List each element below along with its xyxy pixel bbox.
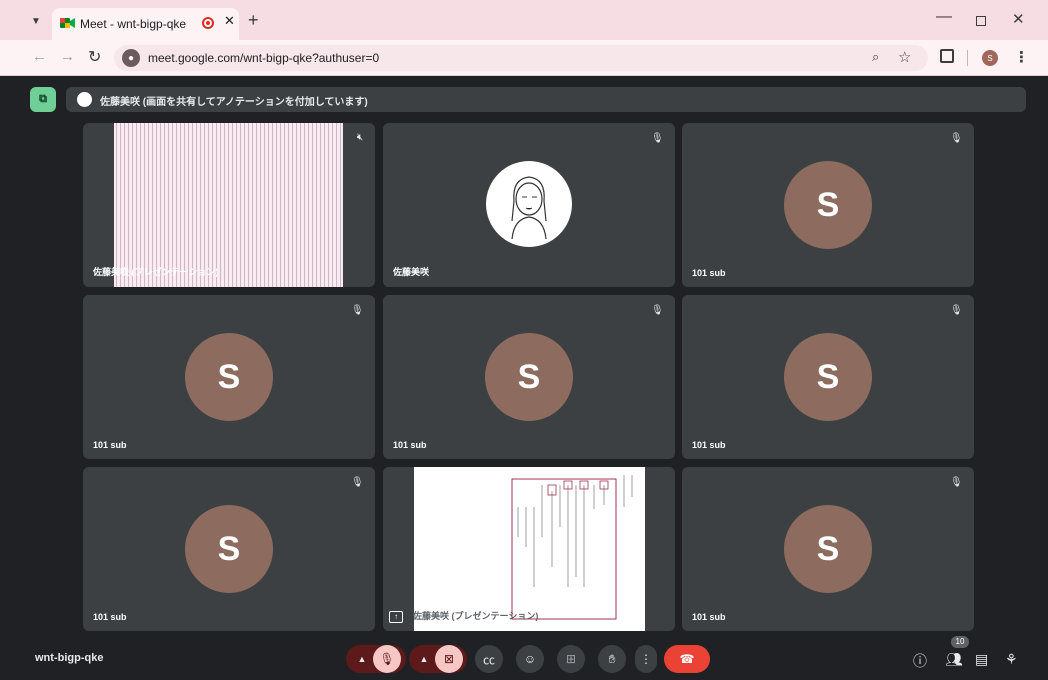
participant-tile[interactable]: S 🎙︎ 101 sub	[682, 295, 974, 459]
tab-close-icon[interactable]: ✕	[224, 13, 235, 29]
avatar: S	[485, 333, 573, 421]
participant-name: 101 sub	[393, 440, 427, 450]
mic-off-icon: 🎙︎	[950, 133, 963, 144]
people-icon[interactable]: 👥︎	[945, 651, 963, 668]
browser-tab-meet[interactable]: Meet - wnt-bigp-qke ✕	[52, 8, 239, 40]
emoji-button[interactable]: ☺	[516, 645, 544, 673]
mic-off-icon: 🎙︎	[351, 305, 364, 316]
browser-menu-icon[interactable]: ⋮	[1014, 48, 1029, 66]
layout-icon[interactable]: ⧉	[30, 87, 56, 112]
back-icon[interactable]: ←	[32, 48, 47, 65]
participant-tile[interactable]: S 🎙︎ 101 sub	[682, 123, 974, 287]
camera-control-group: ▲ ⊠	[409, 645, 467, 673]
presenting-banner: 佐藤美咲 (画面を共有してアノテーションを付加しています)	[66, 87, 1026, 112]
tab-search-icon[interactable]: ▼	[25, 10, 47, 32]
mic-off-icon: 🔇︎	[351, 129, 369, 147]
participant-tile[interactable]: 🔇︎ 佐藤美咲 (プレゼンテーション)	[83, 123, 375, 287]
avatar: S	[784, 161, 872, 249]
participant-name: 101 sub	[692, 440, 726, 450]
meeting-code: wnt-bigp-qke	[35, 652, 104, 664]
participant-tile[interactable]: S 🎙︎ 101 sub	[383, 295, 675, 459]
meeting-info-icon[interactable]: ⓘ	[913, 651, 927, 671]
avatar: S	[784, 505, 872, 593]
site-info-icon[interactable]: ●	[122, 49, 140, 67]
participant-name: 101 sub	[692, 268, 726, 278]
present-button[interactable]: ⊞	[557, 645, 585, 673]
profile-avatar[interactable]: S	[982, 50, 998, 66]
present-to-all-icon: ↑	[389, 611, 403, 623]
zoom-icon[interactable]: ⌕	[872, 49, 879, 65]
minimize-icon[interactable]: —	[936, 8, 952, 26]
participant-tile[interactable]: S 🎙︎ 101 sub	[682, 467, 974, 631]
address-bar[interactable]: ● meet.google.com/wnt-bigp-qke?authuser=…	[114, 45, 928, 71]
participant-tile[interactable]: ↑ 佐藤美咲 (プレゼンテーション)	[383, 467, 675, 631]
camera-off-button[interactable]: ⊠	[435, 645, 463, 673]
mic-off-icon: 🎙︎	[651, 133, 664, 144]
participant-tile[interactable]: S 🎙︎ 101 sub	[83, 295, 375, 459]
participant-count-badge: 10	[951, 636, 969, 648]
meet-favicon-icon	[60, 18, 75, 28]
new-tab-button[interactable]: +	[248, 10, 259, 30]
avatar: S	[185, 333, 273, 421]
url-text: meet.google.com/wnt-bigp-qke?authuser=0	[148, 51, 380, 65]
mic-off-icon: 🎙︎	[950, 477, 963, 488]
browser-toolbar: ← → ↻ ● meet.google.com/wnt-bigp-qke?aut…	[0, 40, 1048, 76]
end-call-button[interactable]: ☎	[664, 645, 710, 673]
activities-icon[interactable]: ⚘	[1005, 651, 1018, 668]
mic-off-icon: 🎙︎	[950, 305, 963, 316]
recording-icon	[202, 17, 214, 29]
chevron-up-icon[interactable]: ▲	[351, 654, 373, 664]
browser-tab-strip: ▼ Meet - wnt-bigp-qke ✕ + — ✕	[0, 0, 1048, 40]
participant-name: 佐藤美咲 (プレゼンテーション)	[413, 611, 539, 621]
window-close-icon[interactable]: ✕	[1012, 10, 1025, 28]
mic-off-button[interactable]: 🎙︎	[373, 645, 401, 673]
maximize-icon[interactable]	[976, 16, 986, 26]
presenting-text: 佐藤美咲 (画面を共有してアノテーションを付加しています)	[100, 97, 368, 108]
participant-name: 佐藤美咲 (プレゼンテーション)	[93, 267, 219, 277]
forward-icon[interactable]: →	[60, 48, 75, 65]
shared-document	[414, 467, 645, 631]
participant-name: 101 sub	[692, 612, 726, 622]
reload-icon[interactable]: ↻	[88, 47, 101, 67]
avatar	[486, 161, 572, 247]
mic-control-group: ▲ 🎙︎	[346, 645, 406, 673]
avatar: S	[185, 505, 273, 593]
portrait-sketch-icon	[511, 176, 547, 240]
extensions-icon[interactable]	[940, 49, 954, 63]
participant-tile[interactable]: 🎙︎ 佐藤美咲	[383, 123, 675, 287]
raise-hand-button[interactable]: ✋︎	[598, 645, 626, 673]
chevron-up-icon[interactable]: ▲	[413, 654, 435, 664]
participant-name: 101 sub	[93, 612, 127, 622]
participant-tile[interactable]: S 🎙︎ 101 sub	[83, 467, 375, 631]
captions-button[interactable]: ㏄	[475, 645, 503, 673]
mic-off-icon: 🎙︎	[351, 477, 364, 488]
mic-off-icon: 🎙︎	[651, 305, 664, 316]
bookmark-star-icon[interactable]: ☆	[898, 48, 911, 66]
more-options-button[interactable]: ⋮	[635, 645, 657, 673]
document-lines	[511, 475, 633, 620]
chat-icon[interactable]: ▤	[975, 651, 988, 668]
participant-name: 101 sub	[93, 440, 127, 450]
tab-title: Meet - wnt-bigp-qke	[80, 17, 187, 31]
presenter-avatar	[77, 92, 92, 107]
avatar: S	[784, 333, 872, 421]
participant-name: 佐藤美咲	[393, 267, 430, 277]
toolbar-divider	[967, 50, 968, 66]
shared-document	[114, 123, 343, 287]
